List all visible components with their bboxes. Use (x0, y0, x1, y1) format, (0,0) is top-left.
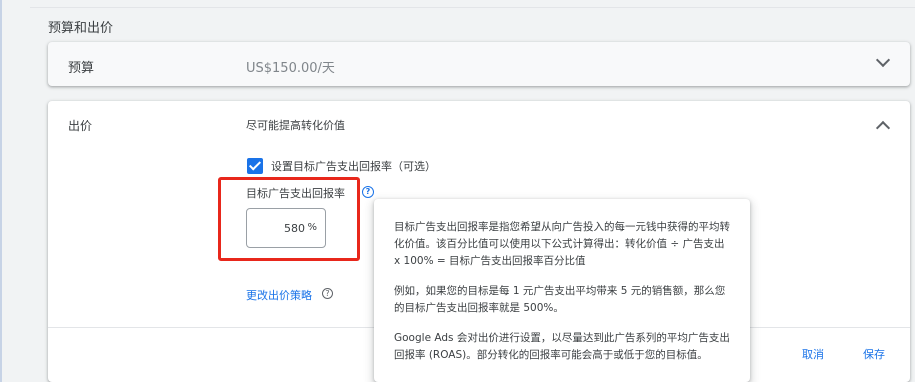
tooltip-paragraph-1: 目标广告支出回报率是指您希望从向广告投入的每一元钱中获得的平均转化价值。该百分比… (394, 221, 730, 267)
budget-label: 预算 (68, 61, 95, 76)
cancel-button[interactable]: 取消 (802, 346, 824, 362)
change-bid-strategy-link[interactable]: 更改出价策略 (246, 287, 312, 303)
help-icon-small[interactable]: ? (322, 288, 333, 299)
target-roas-checkbox[interactable] (247, 158, 263, 174)
bid-label: 出价 (68, 119, 93, 133)
top-divider (30, 0, 915, 8)
highlight-annotation (218, 177, 360, 261)
target-roas-checkbox-label[interactable]: 设置目标广告支出回报率（可选） (271, 158, 436, 174)
budget-value: US$150.00/天 (246, 61, 335, 76)
save-button[interactable]: 保存 (863, 346, 885, 362)
tooltip-paragraph-3: Google Ads 会对出价进行设置，以尽量达到此广告系列的平均广告支出回报率… (394, 332, 730, 361)
help-icon[interactable]: ? (362, 186, 374, 198)
section-title: 预算和出价 (48, 21, 114, 36)
left-rail (0, 0, 2, 382)
help-tooltip: 目标广告支出回报率是指您希望从向广告投入的每一元钱中获得的平均转化价值。该百分比… (374, 199, 750, 382)
bid-strategy: 尽可能提高转化价值 (246, 119, 345, 132)
chevron-down-icon[interactable] (875, 52, 891, 68)
budget-panel[interactable]: 预算 US$150.00/天 (48, 42, 910, 86)
tooltip-paragraph-2: 例如，如果您的目标是每 1 元广告支出平均带来 5 元的销售额，那么您的目标广告… (394, 285, 726, 314)
chevron-up-icon[interactable] (875, 120, 891, 136)
